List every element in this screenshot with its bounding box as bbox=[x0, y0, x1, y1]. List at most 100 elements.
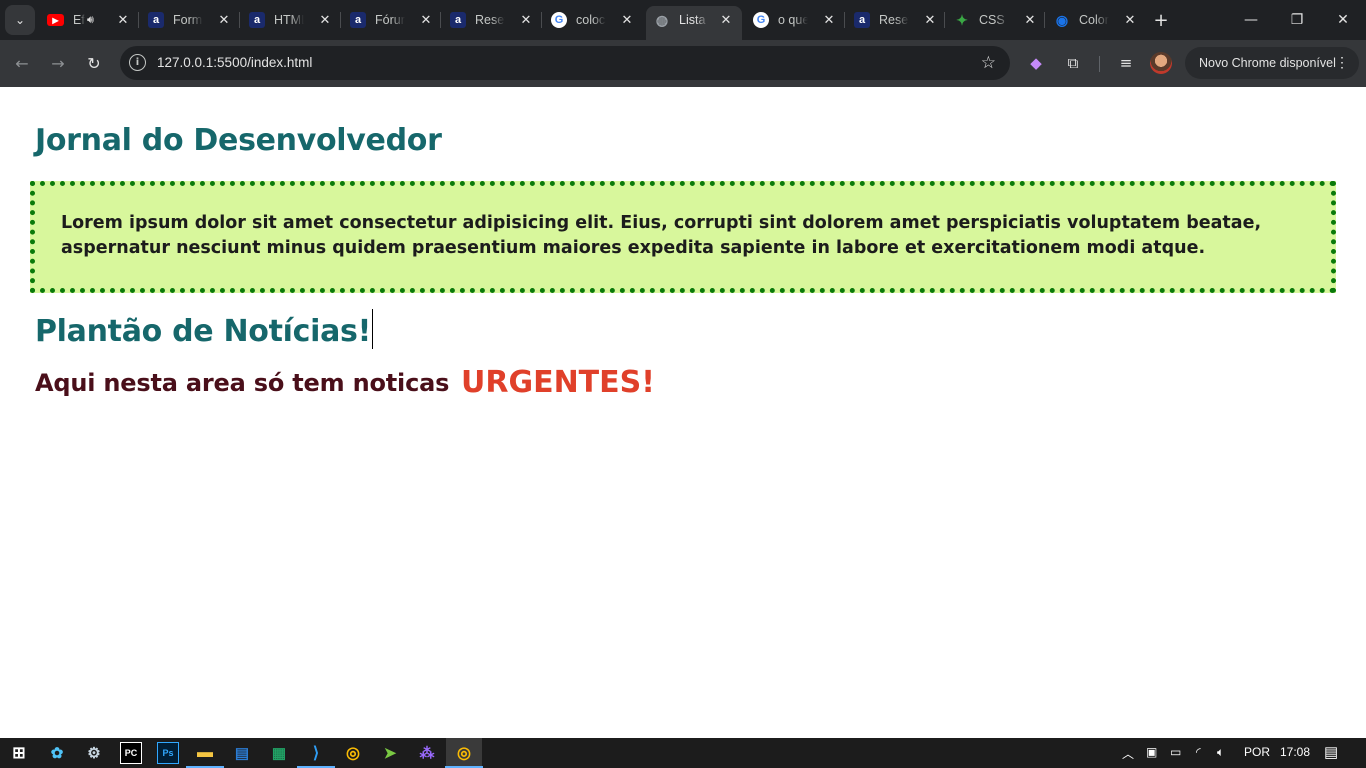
minimize-button[interactable]: — bbox=[1228, 0, 1274, 40]
windows-taskbar: ⊞ ✿ ⚙ PC Ps ▬ ▤ ▦ ⟩ ◎ ➤ ⁂ ◎ ︿ ▣ ▭ ◜ 🔈︎ P… bbox=[0, 738, 1366, 768]
tab-title: coloca bbox=[576, 13, 606, 27]
reload-button[interactable]: ↻ bbox=[80, 49, 108, 77]
url-text[interactable]: 127.0.0.1:5500/index.html bbox=[157, 55, 312, 70]
restore-button[interactable]: ❐ bbox=[1274, 0, 1320, 40]
tab-title: Ef bbox=[73, 13, 85, 27]
browser-tab[interactable]: a Reset ✕ bbox=[450, 6, 534, 34]
tab-close-icon[interactable]: ✕ bbox=[1122, 12, 1138, 28]
tab-close-icon[interactable]: ✕ bbox=[317, 12, 333, 28]
clock[interactable]: 17:08 bbox=[1280, 745, 1310, 759]
notice-text: Aqui nesta area só tem noticas bbox=[35, 369, 450, 397]
app-arrow-icon[interactable]: ➤ bbox=[379, 742, 401, 764]
volume-icon[interactable]: 🔈︎ bbox=[1217, 745, 1224, 760]
copilot-icon[interactable]: ✿ bbox=[46, 742, 68, 764]
browser-tab[interactable]: ◍ Lista d ✕ bbox=[646, 6, 742, 40]
browser-tab[interactable]: a Reset ✕ bbox=[854, 6, 938, 34]
vscode-icon[interactable]: ⟩ bbox=[297, 742, 335, 768]
file-explorer-icon[interactable]: ▬ bbox=[186, 742, 224, 768]
address-bar[interactable]: i 127.0.0.1:5500/index.html ☆ bbox=[120, 46, 1010, 80]
audio-playing-icon[interactable]: 🔊︎ bbox=[87, 14, 94, 27]
chevron-down-icon: ⌄ bbox=[14, 13, 26, 27]
sheets-icon[interactable]: ▦ bbox=[268, 742, 290, 764]
wifi-icon[interactable]: ◜ bbox=[1196, 745, 1201, 759]
page-title: Jornal do Desenvolvedor bbox=[35, 123, 442, 158]
media-control-icon[interactable]: ≡ bbox=[1114, 51, 1138, 75]
battery-icon[interactable]: ▭ bbox=[1170, 745, 1181, 759]
text-cursor bbox=[371, 309, 373, 349]
tab-separator bbox=[138, 12, 139, 28]
youtube-icon: ▶ bbox=[47, 14, 64, 26]
extensions-icon[interactable]: ⧉ bbox=[1061, 51, 1085, 75]
plus-icon: + bbox=[1153, 9, 1169, 31]
profile-avatar[interactable] bbox=[1150, 52, 1172, 74]
browser-tab[interactable]: a Formu ✕ bbox=[148, 6, 232, 34]
alura-icon: a bbox=[249, 12, 265, 28]
browser-tab[interactable]: a HTML ✕ bbox=[249, 6, 333, 34]
chrome-active-icon[interactable]: ◎ bbox=[445, 742, 483, 768]
forward-button[interactable]: → bbox=[44, 49, 72, 77]
alura-icon: a bbox=[450, 12, 466, 28]
tab-close-icon[interactable]: ✕ bbox=[821, 12, 837, 28]
language-indicator[interactable]: POR bbox=[1244, 745, 1270, 759]
news-heading: Plantão de Notícias! bbox=[35, 309, 373, 349]
tray-app-icon[interactable]: ▣ bbox=[1146, 745, 1157, 759]
box-paragraph: Lorem ipsum dolor sit amet consectetur a… bbox=[61, 213, 1262, 258]
bookmark-star-icon[interactable]: ☆ bbox=[981, 53, 996, 73]
tab-title: Reset bbox=[475, 13, 505, 27]
tab-close-icon[interactable]: ✕ bbox=[216, 12, 232, 28]
tab-close-icon[interactable]: ✕ bbox=[1022, 12, 1038, 28]
urgent-label: URGENTES! bbox=[461, 365, 655, 400]
tab-strip: ⌄ ▶🔊︎Ef✕aFormu✕aHTML✕aFórum✕aReset✕Gcolo… bbox=[0, 0, 1366, 40]
browser-tab[interactable]: ◉ Color ✕ bbox=[1054, 6, 1138, 34]
tab-close-icon[interactable]: ✕ bbox=[418, 12, 434, 28]
tab-title: o que bbox=[778, 13, 808, 27]
tab-title: Fórum bbox=[375, 13, 405, 27]
app-dots-icon[interactable]: ⁂ bbox=[416, 742, 438, 764]
tab-separator bbox=[944, 12, 945, 28]
tab-title: Formu bbox=[173, 13, 203, 27]
more-menu-icon[interactable]: ⋮ bbox=[1335, 54, 1349, 71]
browser-tab[interactable]: ▶ 🔊︎ Ef ✕ bbox=[47, 6, 131, 34]
close-window-button[interactable]: ✕ bbox=[1320, 0, 1366, 40]
reload-icon: ↻ bbox=[87, 53, 101, 73]
alura-icon: a bbox=[350, 12, 366, 28]
browser-toolbar: ← → ↻ i 127.0.0.1:5500/index.html ☆ ◆ ⧉ … bbox=[0, 40, 1366, 87]
chrome-icon[interactable]: ◎ bbox=[342, 742, 364, 764]
tab-close-icon[interactable]: ✕ bbox=[115, 12, 131, 28]
lorem-box: Lorem ipsum dolor sit amet consectetur a… bbox=[30, 181, 1336, 293]
site-info-icon[interactable]: i bbox=[129, 54, 146, 71]
browser-tab[interactable]: a Fórum ✕ bbox=[350, 6, 434, 34]
close-icon: ✕ bbox=[1337, 12, 1349, 28]
chrome-update-button[interactable]: Novo Chrome disponível ⋮ bbox=[1185, 47, 1359, 79]
tab-separator bbox=[340, 12, 341, 28]
tab-close-icon[interactable]: ✕ bbox=[718, 12, 734, 28]
tab-close-icon[interactable]: ✕ bbox=[518, 12, 534, 28]
notification-icon[interactable]: ▤ bbox=[1324, 743, 1338, 761]
pycharm-icon[interactable]: PC bbox=[120, 742, 142, 764]
tab-close-icon[interactable]: ✕ bbox=[619, 12, 635, 28]
browser-tab[interactable]: Go que ✕ bbox=[753, 6, 837, 34]
steam-icon[interactable]: ⚙ bbox=[83, 742, 105, 764]
tab-title: Reset bbox=[879, 13, 909, 27]
tab-search-button[interactable]: ⌄ bbox=[5, 5, 35, 35]
tab-separator bbox=[541, 12, 542, 28]
alura-icon: a bbox=[148, 12, 164, 28]
new-tab-button[interactable]: + bbox=[1151, 9, 1171, 31]
news-heading-text: Plantão de Notícias! bbox=[35, 314, 371, 349]
browser-tab[interactable]: ✦ CSS R ✕ bbox=[954, 6, 1038, 34]
back-button[interactable]: ← bbox=[8, 49, 36, 77]
minimize-icon: — bbox=[1244, 12, 1258, 28]
word-icon[interactable]: ▤ bbox=[231, 742, 253, 764]
tray-chevron-icon[interactable]: ︿ bbox=[1122, 745, 1134, 762]
browser-tab[interactable]: Gcoloca ✕ bbox=[551, 6, 635, 34]
windows-start-icon[interactable]: ⊞ bbox=[8, 742, 30, 764]
arrow-left-icon: ← bbox=[15, 53, 29, 73]
chrome-color-icon: ◉ bbox=[1055, 11, 1069, 28]
tab-title: CSS R bbox=[979, 13, 1009, 27]
tab-close-icon[interactable]: ✕ bbox=[922, 12, 938, 28]
gemini-icon[interactable]: ◆ bbox=[1024, 51, 1048, 75]
globe-icon: ◍ bbox=[655, 11, 669, 28]
alura-icon: a bbox=[854, 12, 870, 28]
photoshop-icon[interactable]: Ps bbox=[157, 742, 179, 764]
restore-icon: ❐ bbox=[1290, 12, 1304, 28]
